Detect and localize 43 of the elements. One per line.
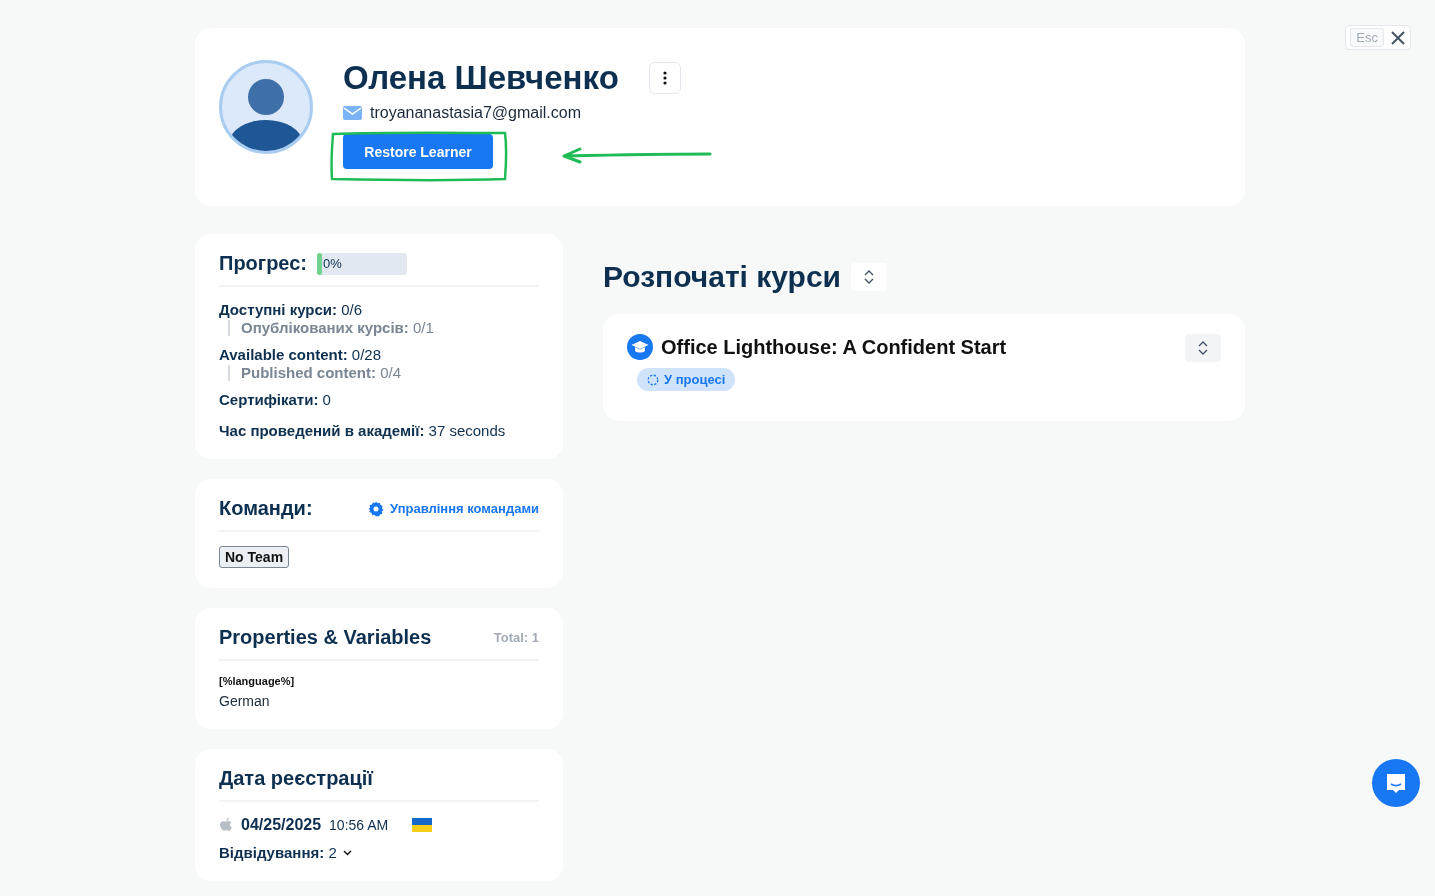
chat-icon [1384, 771, 1408, 795]
registration-time: 10:56 AM [329, 817, 389, 833]
progress-reading: 0% [323, 256, 342, 271]
property-value: German [219, 693, 271, 709]
progress-title: Прогрес: [219, 252, 307, 275]
vertical-dots-icon [662, 71, 667, 85]
chat-button[interactable] [1372, 759, 1420, 807]
chevron-down-icon[interactable] [342, 849, 352, 856]
started-courses-title: Розпочаті курси [603, 260, 842, 294]
up-down-chevron-icon [864, 270, 875, 284]
team-tag: No Team [219, 546, 290, 568]
avatar-icon [219, 60, 313, 154]
teams-title: Команди: [219, 497, 313, 520]
flag-icon [412, 818, 433, 832]
registration-date: 04/25/2025 [241, 816, 322, 834]
learner-name: Олена Шевченко [343, 59, 619, 97]
property-key: [%language%] [219, 675, 539, 687]
restore-learner-button[interactable]: Restore Learner [343, 134, 493, 169]
stat-line: Сертифікати: 0 [219, 391, 332, 408]
more-options-button[interactable] [648, 62, 681, 94]
properties-title: Properties & Variables [219, 626, 432, 649]
envelope-icon [343, 106, 362, 120]
expand-button[interactable] [1185, 334, 1221, 362]
apple-icon [219, 817, 233, 833]
stat-line: Published content: 0/4 [228, 365, 539, 381]
stat-line: Опублікованих курсів: 0/1 [228, 320, 539, 336]
stat-line: Доступні курси: 0/6 [219, 301, 364, 318]
graduation-cap-icon [627, 334, 653, 360]
status-badge: У процесі [637, 368, 736, 391]
visits-count: Відвідування: 2 [219, 844, 337, 861]
learner-email: troyananastasia7@gmail.com [370, 104, 581, 122]
properties-total: Total: 1 [493, 630, 539, 645]
course-title: Office Lighthouse: A Confident Start [661, 335, 1007, 359]
registration-title: Дата реєстрації [219, 767, 373, 790]
sort-button[interactable] [851, 263, 888, 291]
up-down-chevron-icon [1198, 341, 1208, 355]
esc-key: Esc [1350, 28, 1384, 47]
settings-icon [368, 500, 385, 517]
close-icon[interactable] [1390, 29, 1406, 46]
stat-line: Час проведений в академії: 37 seconds [219, 422, 507, 439]
stat-line: Available content: 0/28 [219, 346, 382, 363]
manage-teams-link[interactable]: Управління командами [368, 500, 539, 517]
close-control[interactable]: Esc [1345, 25, 1411, 50]
